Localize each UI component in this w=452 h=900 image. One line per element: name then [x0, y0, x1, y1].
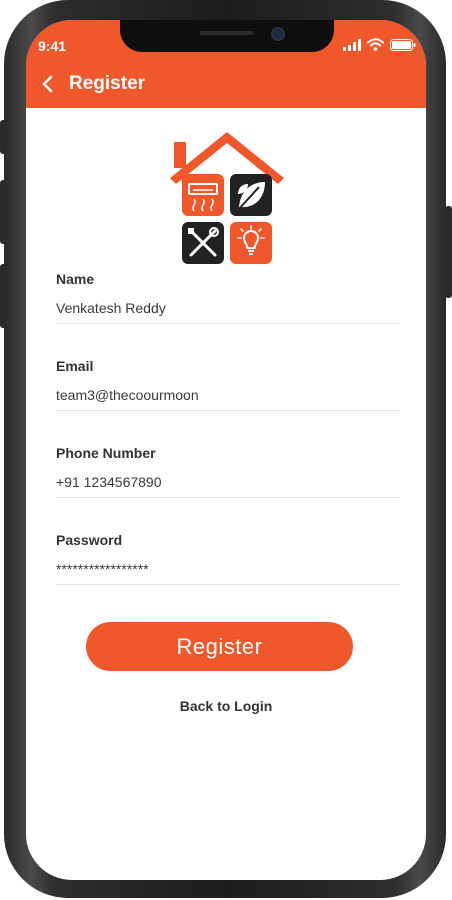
password-underline: [56, 584, 400, 585]
back-to-login-link[interactable]: Back to Login: [26, 698, 426, 714]
name-input[interactable]: Venkatesh Reddy: [56, 300, 400, 322]
signal-icon: [343, 38, 361, 51]
phone-input[interactable]: +91 1234567890: [56, 474, 400, 496]
email-input[interactable]: team3@thecoourmoon: [56, 387, 400, 409]
password-label: Password: [56, 532, 123, 548]
app-logo: [170, 132, 284, 264]
password-input[interactable]: *****************: [56, 561, 400, 583]
phone-label: Phone Number: [56, 445, 156, 461]
power-button: [445, 206, 452, 298]
app-header: 9:41 Register: [26, 20, 426, 108]
name-field[interactable]: Name Venkatesh Reddy: [56, 271, 400, 324]
speaker-grille: [200, 31, 254, 35]
page-title: Register: [69, 73, 146, 94]
notch: [120, 20, 334, 52]
lightbulb-icon: [230, 222, 272, 264]
name-underline: [56, 323, 400, 324]
back-button[interactable]: [36, 72, 60, 96]
front-camera-icon: [273, 29, 283, 39]
email-underline: [56, 410, 400, 411]
email-label: Email: [56, 358, 94, 374]
email-field[interactable]: Email team3@thecoourmoon: [56, 358, 400, 411]
chevron-left-icon: [42, 75, 53, 93]
password-field[interactable]: Password *****************: [56, 532, 400, 585]
phone-underline: [56, 497, 400, 498]
app-screen: 9:41 Register Name Venkatesh Reddy Email…: [26, 20, 426, 880]
silent-switch: [0, 120, 7, 154]
leaf-icon: [230, 174, 272, 216]
phone-field[interactable]: Phone Number +91 1234567890: [56, 445, 400, 498]
register-button[interactable]: Register: [86, 622, 353, 671]
tools-icon: [182, 222, 224, 264]
status-time: 9:41: [38, 38, 67, 54]
wifi-icon: [367, 38, 384, 51]
air-conditioner-icon: [182, 174, 224, 216]
volume-up-button: [0, 180, 7, 244]
status-icons: [343, 38, 416, 51]
name-label: Name: [56, 271, 95, 287]
battery-icon: [390, 38, 416, 51]
volume-down-button: [0, 264, 7, 328]
